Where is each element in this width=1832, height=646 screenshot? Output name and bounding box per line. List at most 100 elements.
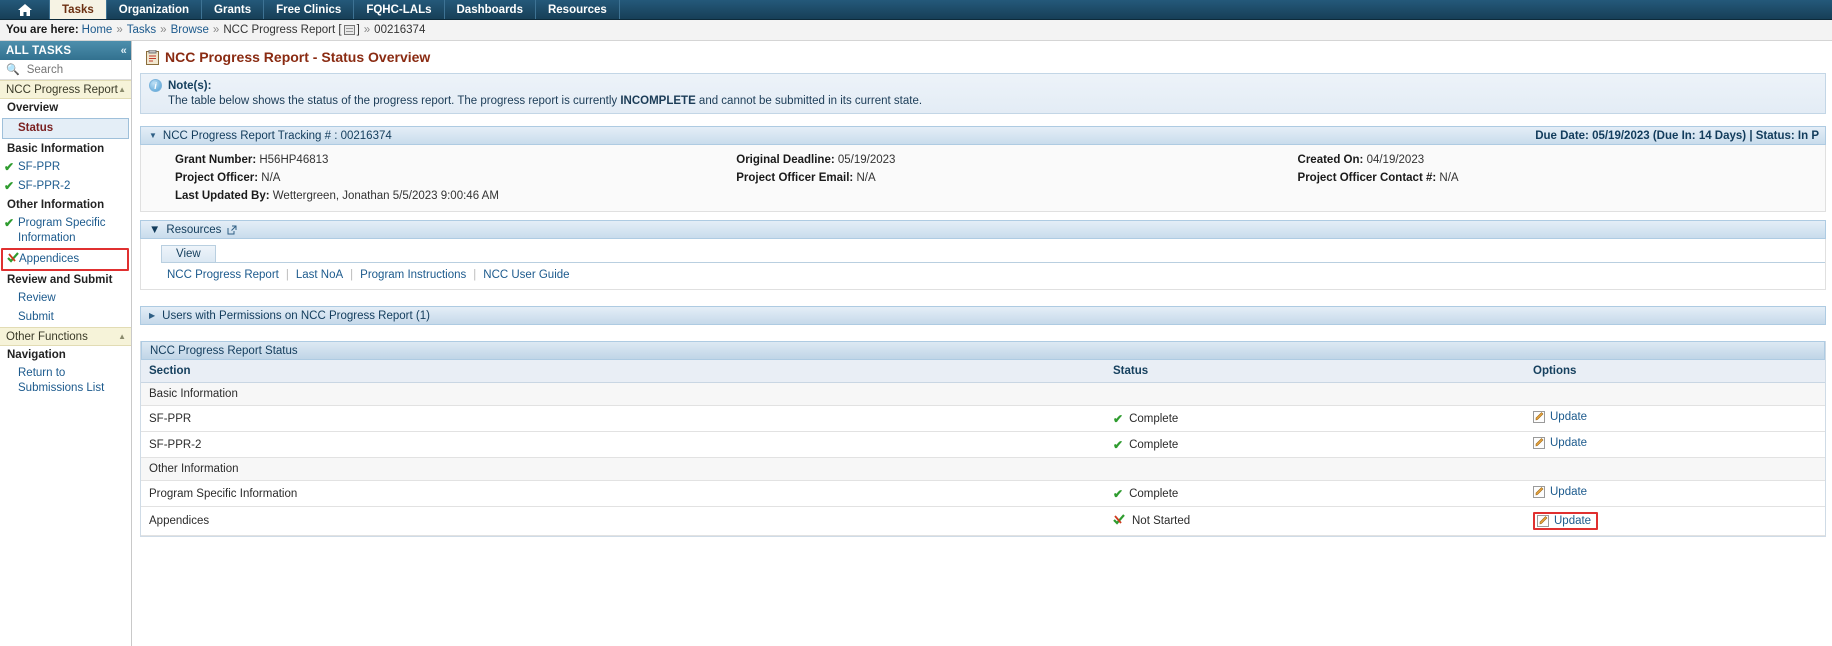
field-cell: Project Officer: N/A xyxy=(141,172,702,184)
notes-emphasis: INCOMPLETE xyxy=(620,95,696,107)
chevron-up-icon: ▲ xyxy=(118,85,126,94)
table-group-row: Other Information xyxy=(141,457,1825,481)
report-icon[interactable] xyxy=(343,25,355,35)
update-link[interactable]: Update xyxy=(1550,411,1587,423)
sidebar-item-label[interactable]: Return to Submissions List xyxy=(18,367,104,394)
sidebar-other-functions-label: Other Functions xyxy=(6,330,88,343)
resource-link-ncc-progress-report[interactable]: NCC Progress Report xyxy=(167,269,279,281)
resources-header[interactable]: ▼ Resources xyxy=(140,220,1826,239)
field-value: N/A xyxy=(261,172,281,184)
sidebar-item-sf-ppr-2[interactable]: ✔ SF-PPR-2 xyxy=(0,177,131,196)
check-icon: ✔ xyxy=(4,179,15,193)
nav-tab-dashboards[interactable]: Dashboards xyxy=(445,0,536,19)
field-cell: Project Officer Email: N/A xyxy=(702,172,1263,184)
users-with-permissions-label: Users with Permissions on NCC Progress R… xyxy=(162,309,430,322)
field-row: Project Officer: N/A Project Officer Emai… xyxy=(141,169,1825,187)
sidebar-search[interactable]: 🔍 xyxy=(0,60,131,80)
sidebar-item-review[interactable]: Review xyxy=(0,289,131,308)
sidebar-item-label[interactable]: Program Specific Information xyxy=(18,217,106,244)
update-action[interactable]: Update xyxy=(1533,486,1587,498)
users-with-permissions-bar[interactable]: ▶ Users with Permissions on NCC Progress… xyxy=(140,306,1826,325)
status-badge: ✔ Complete xyxy=(1113,438,1525,452)
resources-title: Resources xyxy=(166,223,222,236)
nav-tab-tasks[interactable]: Tasks xyxy=(50,0,107,19)
breadcrumb-separator: » xyxy=(116,24,123,36)
breadcrumb-bracket-close: ] xyxy=(356,24,360,36)
sidebar-item-label[interactable]: SF-PPR-2 xyxy=(18,180,70,192)
external-link-icon[interactable] xyxy=(227,225,237,235)
nav-tab-fqhc-lals[interactable]: FQHC-LALs xyxy=(354,0,445,19)
sidebar-group-ncc-progress-report[interactable]: NCC Progress Report ▲ xyxy=(0,80,131,99)
cell-options: Update xyxy=(1525,506,1825,536)
update-link[interactable]: Update xyxy=(1554,515,1591,527)
cell-section: SF-PPR-2 xyxy=(141,431,1105,458)
cell-status: ✔ Complete xyxy=(1105,405,1525,432)
cell-status: Not Started xyxy=(1105,506,1525,536)
triangle-down-icon[interactable]: ▼ xyxy=(149,131,157,140)
sidebar-item-return-to-submissions-list[interactable]: Return to Submissions List xyxy=(0,364,131,398)
home-icon[interactable] xyxy=(0,0,50,19)
status-label: Complete xyxy=(1129,412,1179,425)
breadcrumb-prefix: You are here: xyxy=(6,24,79,36)
sidebar-item-submit[interactable]: Submit xyxy=(0,308,131,327)
update-action[interactable]: Update xyxy=(1533,437,1587,449)
nav-tab-organization[interactable]: Organization xyxy=(107,0,203,19)
column-header-section: Section xyxy=(141,360,1105,383)
update-link[interactable]: Update xyxy=(1550,437,1587,449)
sidebar-item-label[interactable]: Review xyxy=(18,292,56,304)
resources-links: NCC Progress Report | Last NoA | Program Ins… xyxy=(161,263,1825,281)
field-row: Last Updated By: Wettergreen, Jonathan 5… xyxy=(141,187,1825,205)
tab-view[interactable]: View xyxy=(161,245,216,262)
nav-tab-resources[interactable]: Resources xyxy=(536,0,620,19)
breadcrumb: You are here: Home » Tasks » Browse » NC… xyxy=(0,20,1832,41)
sidebar: ALL TASKS « 🔍 NCC Progress Report ▲ Over… xyxy=(0,41,132,646)
field-cell: Original Deadline: 05/19/2023 xyxy=(702,154,1263,166)
breadcrumb-item-browse[interactable]: Browse xyxy=(171,24,209,36)
link-divider: | xyxy=(473,269,477,281)
tracking-panel-header[interactable]: ▼ NCC Progress Report Tracking # : 00216… xyxy=(140,126,1826,145)
update-link[interactable]: Update xyxy=(1550,486,1587,498)
notes-text: The table below shows the status of the … xyxy=(149,95,1817,107)
nav-tab-free-clinics[interactable]: Free Clinics xyxy=(264,0,355,19)
field-cell: Last Updated By: Wettergreen, Jonathan 5… xyxy=(141,190,702,202)
field-value: 05/19/2023 xyxy=(837,154,896,166)
sidebar-item-appendices[interactable]: Appendices xyxy=(1,248,129,271)
resource-link-program-instructions[interactable]: Program Instructions xyxy=(360,269,466,281)
sidebar-item-label[interactable]: SF-PPR xyxy=(18,161,60,173)
sidebar-group-other-functions[interactable]: Other Functions ▲ xyxy=(0,327,131,346)
triangle-down-icon[interactable]: ▼ xyxy=(149,224,160,236)
sidebar-item-label[interactable]: Appendices xyxy=(19,253,79,265)
sidebar-item-status[interactable]: Status xyxy=(2,118,129,139)
field-value: 04/19/2023 xyxy=(1366,154,1425,166)
field-cell xyxy=(702,190,1263,202)
check-icon: ✔ xyxy=(4,216,15,230)
tracking-panel-title: NCC Progress Report Tracking # : 0021637… xyxy=(162,129,392,142)
main-content: NCC Progress Report - Status Overview i … xyxy=(132,41,1832,646)
field-cell xyxy=(1264,190,1825,202)
sidebar-collapse-icon[interactable]: « xyxy=(121,45,127,57)
sidebar-item-program-specific-information[interactable]: ✔ Program Specific Information xyxy=(0,214,131,248)
field-cell: Created On: 04/19/2023 xyxy=(1264,154,1825,166)
update-action[interactable]: Update xyxy=(1533,512,1599,530)
sidebar-heading-review-and-submit: Review and Submit xyxy=(7,274,113,286)
field-value: H56HP46813 xyxy=(259,154,329,166)
sidebar-header: ALL TASKS « xyxy=(0,41,131,60)
link-divider: | xyxy=(285,269,289,281)
resources-body: View NCC Progress Report | Last NoA | Progra… xyxy=(140,239,1826,290)
clipboard-glyph xyxy=(146,49,159,65)
update-action[interactable]: Update xyxy=(1533,411,1587,423)
resource-link-last-noa[interactable]: Last NoA xyxy=(296,269,343,281)
field-cell: Grant Number: H56HP46813 xyxy=(141,154,702,166)
search-input[interactable] xyxy=(24,62,120,77)
notes-text-after: and cannot be submitted in its current s… xyxy=(695,95,923,107)
sidebar-section-list: Overview Status Basic Information ✔ SF-PPR ✔ S… xyxy=(0,99,131,327)
table-group-row: Basic Information xyxy=(141,382,1825,406)
triangle-right-icon[interactable]: ▶ xyxy=(149,311,155,320)
breadcrumb-item-tasks[interactable]: Tasks xyxy=(127,24,156,36)
nav-tab-grants[interactable]: Grants xyxy=(202,0,265,19)
sidebar-item-label[interactable]: Submit xyxy=(18,311,54,323)
breadcrumb-item-home[interactable]: Home xyxy=(82,24,113,36)
status-label: Complete xyxy=(1129,487,1179,500)
resource-link-ncc-user-guide[interactable]: NCC User Guide xyxy=(483,269,569,281)
sidebar-item-sf-ppr[interactable]: ✔ SF-PPR xyxy=(0,158,131,177)
